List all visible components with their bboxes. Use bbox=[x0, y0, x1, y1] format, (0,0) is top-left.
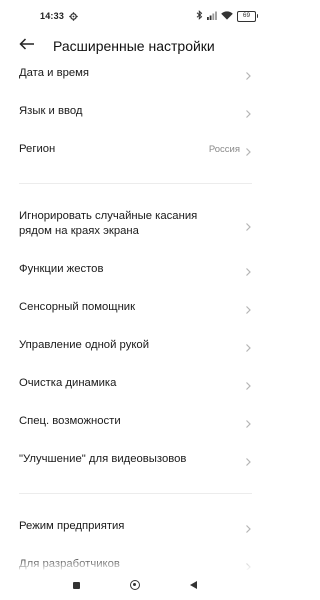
chevron-right-icon bbox=[245, 106, 252, 118]
item-label: Сенсорный помощник bbox=[19, 300, 136, 313]
list-item-enterprise-mode[interactable]: Режим предприятия bbox=[0, 516, 270, 536]
list-item-language-input[interactable]: Язык и ввод bbox=[0, 101, 270, 121]
chevron-right-icon bbox=[245, 340, 252, 352]
status-time: 14:33 bbox=[40, 11, 65, 21]
list-item-gestures[interactable]: Функции жестов bbox=[0, 259, 270, 279]
list-item-speaker-cleaner[interactable]: Очистка динамика bbox=[0, 373, 270, 393]
page-title: Расширенные настройки bbox=[53, 38, 215, 54]
item-label: Спец. возможности bbox=[19, 414, 121, 427]
arrow-left-icon bbox=[19, 37, 35, 55]
screen: 14:33 69 Расширенные настройки Дата и вр… bbox=[0, 0, 270, 600]
chevron-right-icon bbox=[245, 219, 252, 231]
back-button[interactable] bbox=[7, 32, 47, 60]
recents-square-icon[interactable] bbox=[73, 581, 80, 589]
chevron-right-icon bbox=[245, 521, 252, 533]
battery-level: 69 bbox=[242, 11, 251, 19]
list-item-region[interactable]: Регион Россия bbox=[0, 139, 270, 159]
item-label: Очистка динамика bbox=[19, 376, 117, 389]
item-label: Язык и ввод bbox=[19, 104, 83, 117]
chevron-right-icon bbox=[245, 264, 252, 276]
item-label: Регион bbox=[19, 142, 56, 155]
item-label: Игнорировать случайные касания рядом на … bbox=[19, 210, 198, 237]
list-item-video-call-enhancement[interactable]: "Улучшение" для видеовызовов bbox=[0, 449, 270, 469]
section-divider bbox=[19, 183, 252, 184]
list-item-ignore-edge-touches[interactable]: Игнорировать случайные касания рядом на … bbox=[0, 208, 270, 240]
chevron-right-icon bbox=[245, 68, 252, 80]
item-label: Управление одной рукой bbox=[19, 338, 150, 351]
wifi-icon bbox=[221, 10, 233, 22]
system-nav-bar bbox=[0, 570, 270, 600]
signal-icon bbox=[207, 11, 217, 22]
chevron-right-icon bbox=[245, 378, 252, 390]
item-label: "Улучшение" для видеовызовов bbox=[19, 452, 187, 465]
section-divider bbox=[19, 493, 252, 494]
list-item-accessibility[interactable]: Спец. возможности bbox=[0, 411, 270, 431]
chevron-right-icon bbox=[245, 302, 252, 314]
item-label: Функции жестов bbox=[19, 262, 104, 275]
list-item-date-time[interactable]: Дата и время bbox=[0, 63, 270, 83]
gear-icon bbox=[69, 11, 78, 21]
home-circle-icon[interactable] bbox=[130, 580, 140, 590]
list-item-one-handed-mode[interactable]: Управление одной рукой bbox=[0, 335, 270, 355]
chevron-right-icon bbox=[245, 144, 252, 156]
top-app-bar: Расширенные настройки bbox=[0, 32, 270, 60]
item-label: Режим предприятия bbox=[19, 519, 125, 532]
status-icons: 69 bbox=[196, 10, 258, 22]
list-item-touch-assistant[interactable]: Сенсорный помощник bbox=[0, 297, 270, 317]
item-value: Россия bbox=[208, 143, 240, 155]
back-triangle-icon[interactable] bbox=[190, 581, 197, 589]
chevron-right-icon bbox=[245, 454, 252, 466]
bluetooth-icon bbox=[196, 10, 203, 22]
item-label: Дата и время bbox=[19, 66, 90, 79]
chevron-right-icon bbox=[245, 416, 252, 428]
chevron-right-icon bbox=[245, 559, 252, 571]
battery-icon: 69 bbox=[237, 10, 258, 22]
status-bar: 14:33 69 bbox=[0, 0, 270, 32]
